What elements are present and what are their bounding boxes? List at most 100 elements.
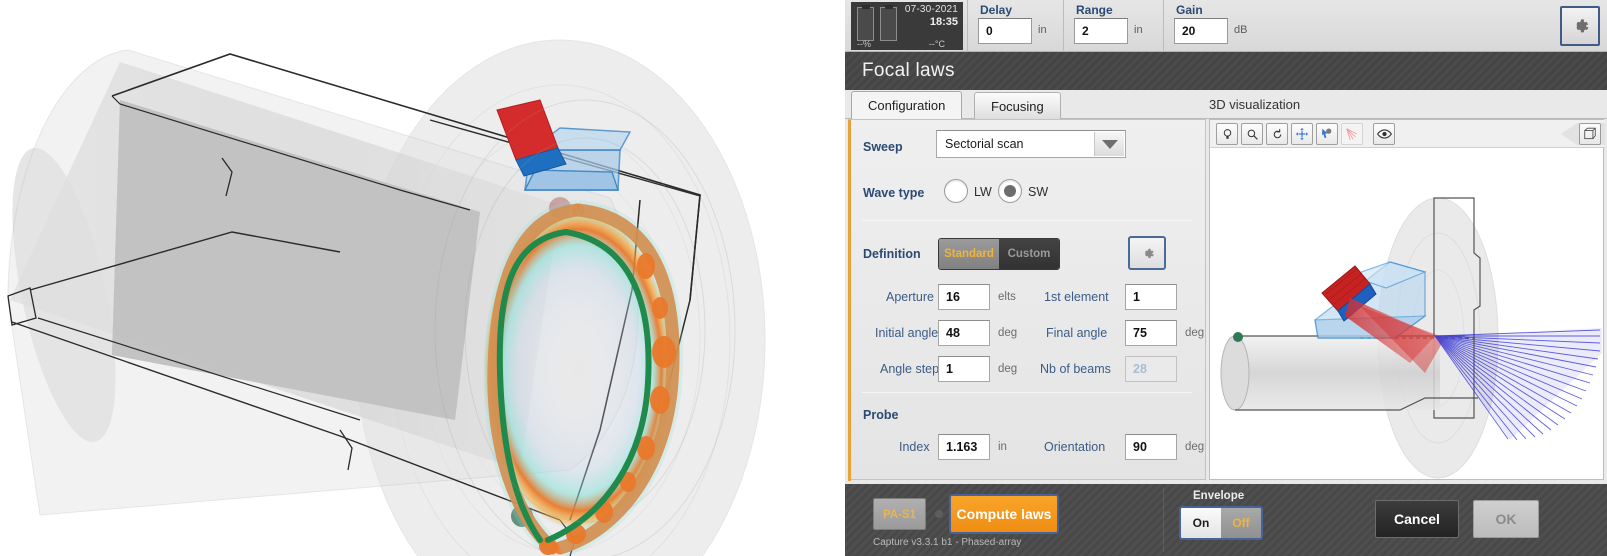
sweep-select[interactable]: Sectorial scan xyxy=(936,130,1126,158)
envelope-toggle[interactable]: On Off xyxy=(1179,506,1263,540)
probe-label: Probe xyxy=(863,408,899,422)
pan-tool-button[interactable] xyxy=(1291,123,1313,145)
wave-type-label-sw: SW xyxy=(1028,185,1049,199)
angle-step-input[interactable]: 1 xyxy=(938,356,990,382)
param-gain-value[interactable]: 20 xyxy=(1174,18,1228,44)
param-delay-value[interactable]: 0 xyxy=(978,18,1032,44)
param-range-label: Range xyxy=(1076,3,1113,17)
first-element-label: 1st element xyxy=(1044,290,1109,304)
tab-strip: Configuration Focusing 3D visualization xyxy=(845,90,1607,119)
page-title: Focal laws xyxy=(862,60,955,81)
initial-angle-input[interactable]: 48 xyxy=(938,320,990,346)
ok-button: OK xyxy=(1473,500,1539,538)
final-angle-label: Final angle xyxy=(1046,326,1108,340)
param-delay-label: Delay xyxy=(980,3,1013,17)
param-range[interactable]: Range 2 in xyxy=(1063,0,1159,52)
tab-configuration[interactable]: Configuration xyxy=(851,91,963,119)
index-unit: in xyxy=(998,441,1007,453)
sweep-selected-value: Sectorial scan xyxy=(945,137,1024,151)
param-range-value[interactable]: 2 xyxy=(1074,18,1128,44)
group-indicator-dot xyxy=(935,510,943,518)
envelope-label: Envelope xyxy=(1193,490,1245,502)
final-angle-unit: deg xyxy=(1185,327,1205,339)
dialog-footer: PA-S1 Compute laws Capture v3.3.1 b1 - P… xyxy=(845,484,1607,556)
tab-focusing[interactable]: Focusing xyxy=(974,92,1061,119)
rotate-tool-button[interactable] xyxy=(1266,123,1288,145)
visualization-toolbar xyxy=(1210,120,1605,148)
visualization-canvas[interactable] xyxy=(1210,148,1603,479)
param-delay[interactable]: Delay 0 in xyxy=(967,0,1063,52)
status-date: 07-30-2021 xyxy=(904,4,958,15)
cad-svg xyxy=(7,39,766,556)
beam-tool-button[interactable] xyxy=(1341,123,1363,145)
view-cube-button[interactable] xyxy=(1579,123,1601,145)
status-time: 18:35 xyxy=(929,16,958,28)
param-gain[interactable]: Gain 20 dB xyxy=(1163,0,1263,52)
status-battery-percent: --% xyxy=(857,39,871,49)
visualization-panel xyxy=(1209,119,1605,480)
definition-label: Definition xyxy=(863,247,921,261)
pick-tool-button[interactable] xyxy=(1316,123,1338,145)
viz-panel-title: 3D visualization xyxy=(1209,97,1301,112)
orientation-input[interactable]: 90 xyxy=(1125,434,1177,460)
cancel-button[interactable]: Cancel xyxy=(1375,500,1459,538)
orientation-label: Orientation xyxy=(1044,440,1106,454)
index-input[interactable]: 1.163 xyxy=(938,434,990,460)
zoom-tool-button[interactable] xyxy=(1241,123,1263,145)
status-parameter-bar: 07-30-2021 18:35 --% --°C Delay 0 in Ran… xyxy=(845,0,1607,52)
first-element-input[interactable]: 1 xyxy=(1125,284,1177,310)
status-block: 07-30-2021 18:35 --% --°C xyxy=(851,2,963,50)
param-delay-unit: in xyxy=(1038,24,1047,36)
dialog-titlebar: Focal laws xyxy=(845,52,1607,90)
definition-mode-standard[interactable]: Standard xyxy=(939,239,999,269)
param-gain-unit: dB xyxy=(1234,24,1248,36)
divider-1 xyxy=(862,220,1192,221)
lightbulb-tool-button[interactable] xyxy=(1216,123,1238,145)
nb-of-beams-label: Nb of beams xyxy=(1040,362,1111,376)
gear-icon xyxy=(1144,248,1154,258)
definition-mode-custom[interactable]: Custom xyxy=(999,239,1059,269)
viz-scene xyxy=(1220,197,1602,479)
footer-divider xyxy=(1163,488,1164,552)
visibility-tool-button[interactable] xyxy=(1373,123,1395,145)
status-temperature: --°C xyxy=(928,39,945,49)
index-label: Index xyxy=(899,440,930,454)
chevron-down-icon[interactable] xyxy=(1094,132,1124,156)
viewcube-chevron[interactable] xyxy=(1547,120,1605,148)
viz-origin-marker xyxy=(1233,332,1243,342)
initial-angle-label: Initial angle xyxy=(875,326,939,340)
cube-icon xyxy=(1584,127,1596,140)
divider-2 xyxy=(862,392,1192,393)
envelope-option-on[interactable]: On xyxy=(1181,508,1221,538)
compute-laws-button[interactable]: Compute laws xyxy=(949,494,1059,534)
wave-type-label-lw: LW xyxy=(974,185,992,199)
nb-of-beams-input: 28 xyxy=(1125,356,1177,382)
gear-icon xyxy=(1576,19,1589,33)
panel-accent-strip xyxy=(848,120,851,481)
magnifier-icon xyxy=(1247,129,1258,140)
definition-settings-button[interactable] xyxy=(1128,236,1166,270)
focal-laws-dialog: 07-30-2021 18:35 --% --°C Delay 0 in Ran… xyxy=(845,0,1607,556)
configuration-panel: Sweep Sectorial scan Wave type LW SW Def… xyxy=(848,119,1206,481)
aperture-label: Aperture xyxy=(886,290,934,304)
cad-simulation-view xyxy=(0,0,845,556)
wave-type-radio-sw[interactable] xyxy=(998,179,1022,203)
lightbulb-icon xyxy=(1223,128,1231,139)
pick-icon xyxy=(1322,128,1332,139)
wave-type-radio-lw[interactable] xyxy=(944,179,968,203)
wave-type-label: Wave type xyxy=(863,186,925,200)
definition-mode-toggle[interactable]: Standard Custom xyxy=(938,238,1060,270)
aperture-input[interactable]: 16 xyxy=(938,284,990,310)
rotate-icon xyxy=(1273,128,1281,138)
beam-icon xyxy=(1346,128,1357,140)
version-caption: Capture v3.3.1 b1 - Phased-array xyxy=(873,537,1022,548)
group-button-pa-s1[interactable]: PA-S1 xyxy=(873,498,926,530)
initial-angle-unit: deg xyxy=(998,327,1018,339)
envelope-option-off[interactable]: Off xyxy=(1221,508,1261,538)
orientation-unit: deg xyxy=(1185,441,1205,453)
final-angle-input[interactable]: 75 xyxy=(1125,320,1177,346)
settings-button[interactable] xyxy=(1560,6,1600,46)
aperture-unit: elts xyxy=(998,291,1016,303)
angle-step-unit: deg xyxy=(998,363,1018,375)
param-gain-label: Gain xyxy=(1176,3,1203,17)
